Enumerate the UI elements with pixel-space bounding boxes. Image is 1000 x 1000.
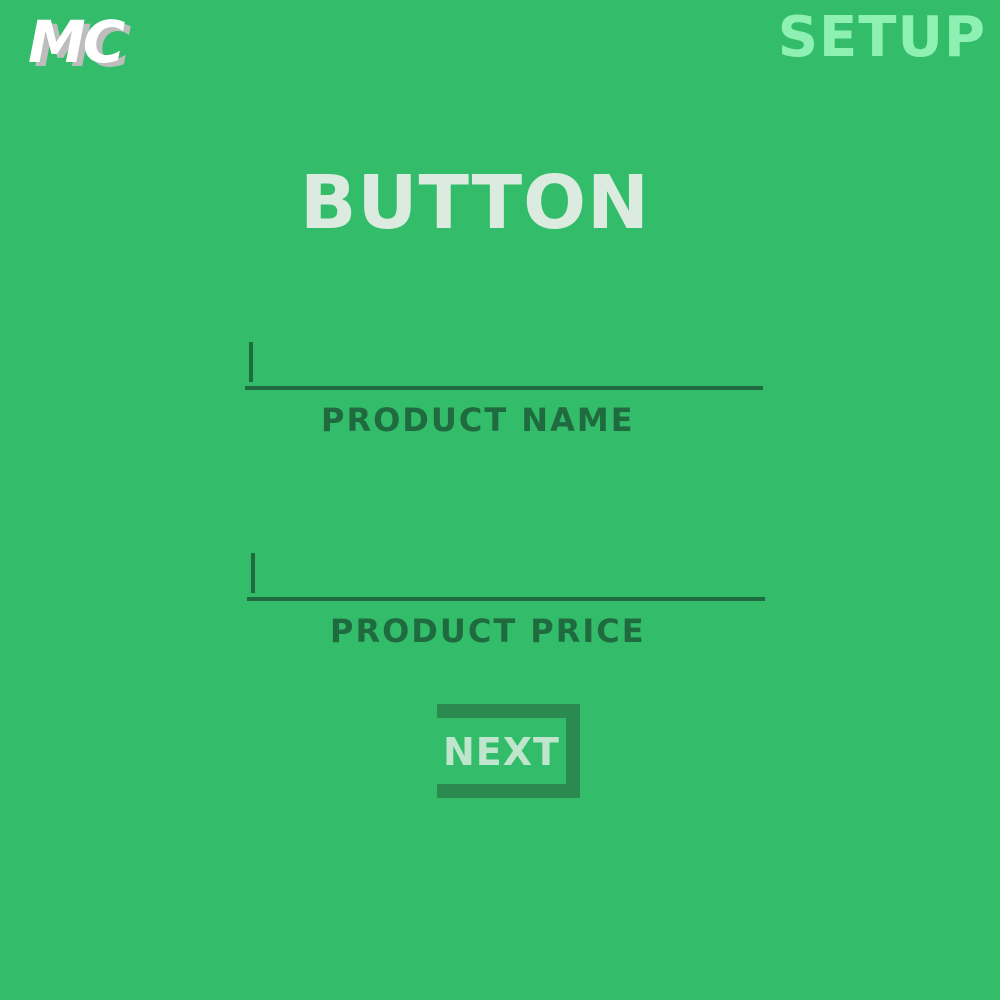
- logo: MC MC: [28, 6, 158, 80]
- next-button-label: NEXT: [443, 730, 560, 774]
- button-frame-top: [437, 704, 580, 718]
- page-heading: BUTTON: [300, 160, 650, 246]
- product-name-input[interactable]: [245, 338, 763, 390]
- button-frame-right: [566, 704, 580, 798]
- text-cursor: [249, 342, 253, 382]
- logo-text: MC: [28, 8, 125, 76]
- product-price-field: PRODUCT PRICE: [247, 549, 765, 650]
- next-button[interactable]: NEXT: [437, 704, 580, 798]
- text-cursor: [251, 553, 255, 593]
- screen-title: SETUP: [777, 5, 986, 70]
- product-name-field: PRODUCT NAME: [245, 338, 763, 439]
- button-frame-bottom: [437, 784, 580, 798]
- product-price-input[interactable]: [247, 549, 765, 601]
- product-name-label: PRODUCT NAME: [321, 401, 635, 439]
- product-price-label: PRODUCT PRICE: [330, 612, 646, 650]
